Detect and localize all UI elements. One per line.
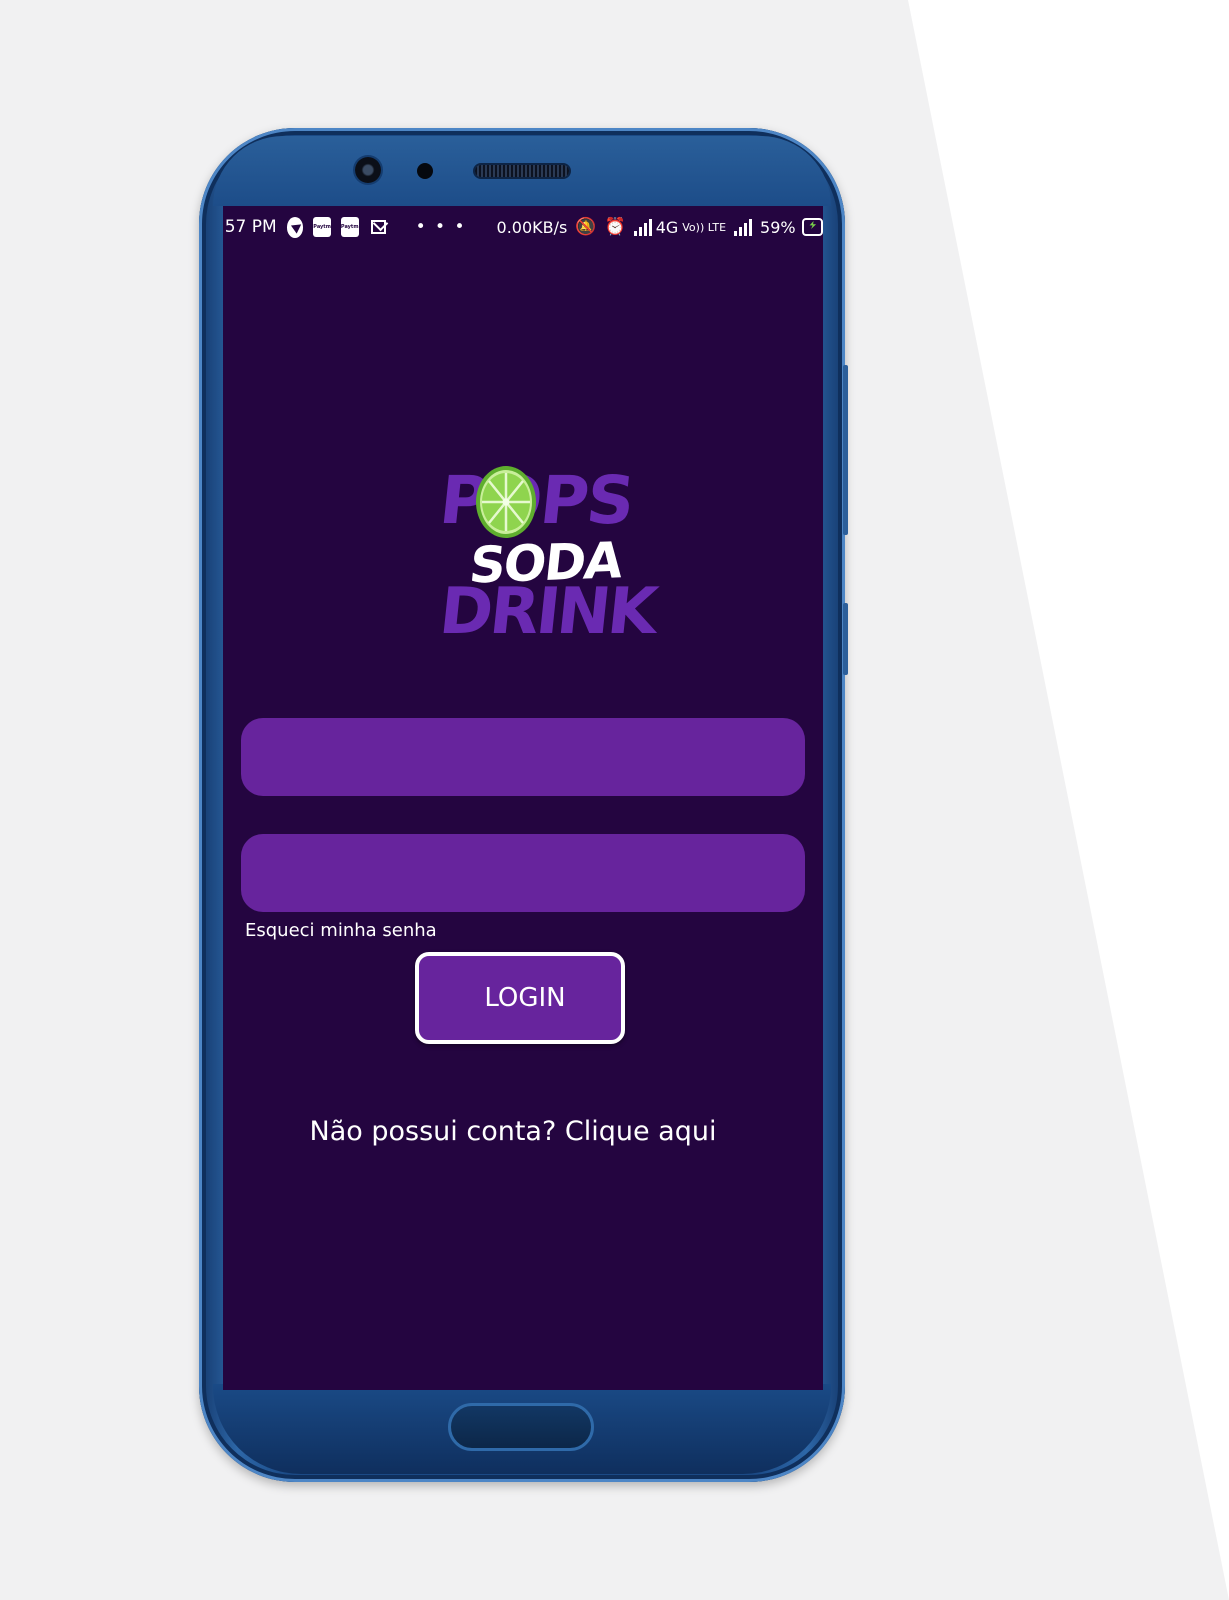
status-time: :57 PM: [223, 217, 277, 237]
logo-drink: DRINK: [436, 575, 659, 649]
mail-icon: [370, 220, 386, 234]
power-button: [843, 603, 848, 675]
volume-button: [843, 365, 848, 535]
status-bar: :57 PM Paytm Paytm • • • 0.00KB/s 🔕 ⏰ 4G…: [223, 206, 823, 248]
username-field[interactable]: [241, 718, 805, 796]
signup-link[interactable]: Não possui conta? Clique aqui: [223, 1116, 803, 1147]
forgot-password-link[interactable]: Esqueci minha senha: [245, 920, 437, 941]
app-logo: POPS SODA DRINK: [436, 462, 658, 664]
lime-icon: [476, 466, 536, 538]
signal-icon: [734, 218, 753, 236]
front-camera-icon: [355, 157, 381, 183]
home-button[interactable]: [448, 1403, 594, 1451]
mute-icon: 🔕: [575, 217, 597, 237]
app-screen: :57 PM Paytm Paytm • • • 0.00KB/s 🔕 ⏰ 4G…: [223, 206, 823, 1390]
overflow-dots-icon: • • •: [415, 217, 467, 237]
alarm-icon: ⏰: [604, 217, 626, 237]
canvas: :57 PM Paytm Paytm • • • 0.00KB/s 🔕 ⏰ 4G…: [0, 0, 1229, 1600]
telegram-icon: [286, 216, 304, 238]
proximity-sensor-icon: [417, 163, 433, 179]
password-field[interactable]: [241, 834, 805, 912]
volte-icon: Vo)) LTE: [682, 220, 727, 234]
paytm-icon: Paytm: [340, 217, 359, 237]
battery-icon: [801, 218, 823, 236]
signal-icon: [633, 218, 652, 236]
network-speed: 0.00KB/s: [496, 217, 568, 237]
network-type: 4G: [655, 217, 679, 237]
battery-percent: 59%: [760, 217, 796, 237]
login-button[interactable]: LOGIN: [415, 952, 625, 1044]
paytm-icon: Paytm: [313, 217, 331, 237]
earpiece-speaker: [475, 165, 569, 177]
